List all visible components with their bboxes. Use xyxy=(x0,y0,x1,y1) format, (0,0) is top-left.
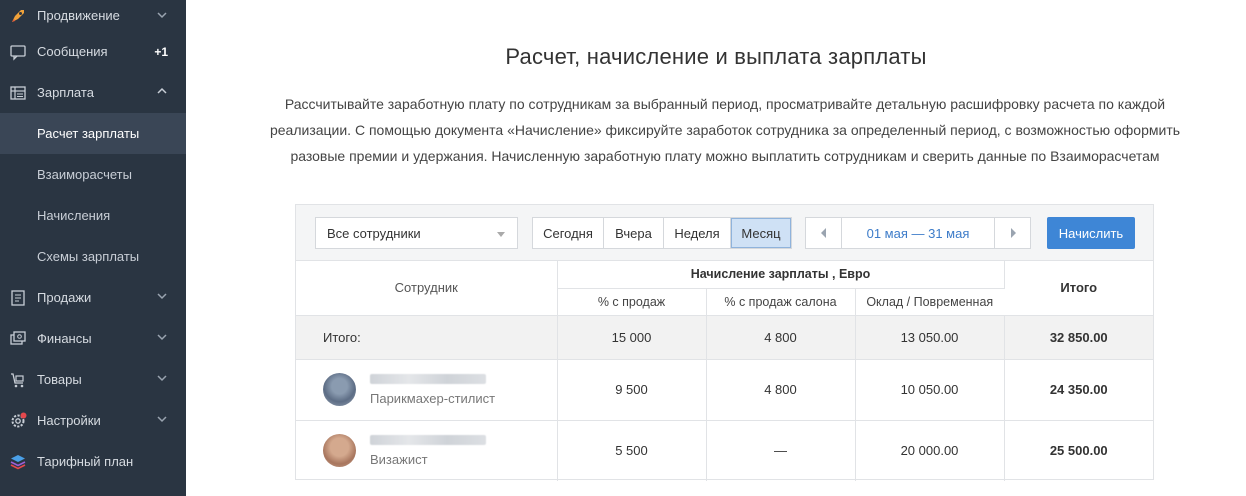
summary-label: Итого: xyxy=(296,315,558,360)
summary-total: 32 850.00 xyxy=(1004,315,1153,360)
period-selector: Сегодня Вчера Неделя Месяц xyxy=(532,217,792,249)
main-content: Расчет, начисление и выплата зарплаты Ра… xyxy=(186,0,1246,496)
period-today[interactable]: Сегодня xyxy=(533,218,604,248)
sidebar-subitem-settlements[interactable]: Взаиморасчеты xyxy=(0,154,186,195)
employee-info: Визажист xyxy=(323,434,557,468)
period-week[interactable]: Неделя xyxy=(664,218,731,248)
employee-cell: Парикмахер-стилист xyxy=(296,359,558,421)
period-month[interactable]: Месяц xyxy=(731,218,791,248)
page-description: Рассчитывайте заработную плату по сотруд… xyxy=(269,96,1181,164)
gear-icon xyxy=(9,412,27,430)
employee-text: Парикмахер-стилист xyxy=(370,373,496,406)
column-header-sales-percent: % с продаж xyxy=(557,288,707,316)
column-header-salon-percent: % с продаж салона xyxy=(706,288,856,316)
chevron-down-icon xyxy=(157,416,167,423)
summary-salary: 13 050.00 xyxy=(855,315,1005,360)
employee-info: Парикмахер-стилист xyxy=(323,373,557,406)
sales-icon xyxy=(9,289,27,307)
caret-down-icon xyxy=(497,232,505,237)
date-range-value[interactable]: 01 мая — 31 мая xyxy=(842,218,994,248)
arrow-right-icon xyxy=(1010,228,1016,238)
sidebar-item-label: Тарифный план xyxy=(37,454,134,469)
summary-salon: 4 800 xyxy=(706,315,856,360)
employee-name-blurred xyxy=(370,434,486,445)
avatar xyxy=(323,434,356,468)
table-row[interactable]: Визажист 5 500 — 20 000.00 25 500.00 xyxy=(296,420,1153,481)
sidebar-subitem-salary-schemes[interactable]: Схемы зарплаты xyxy=(0,236,186,277)
cart-icon xyxy=(9,371,27,389)
salary-table: Сотрудник Начисление зарплаты , Евро Ито… xyxy=(296,261,1153,481)
sidebar-item-label: Продвижение xyxy=(37,8,120,23)
sidebar-item-label: Финансы xyxy=(37,331,92,346)
employee-text: Визажист xyxy=(370,434,486,467)
summary-sales: 15 000 xyxy=(557,315,707,360)
date-range-picker: 01 мая — 31 мая xyxy=(805,217,1031,249)
sidebar-item-tariff[interactable]: Тарифный план xyxy=(0,441,186,482)
cell-salon: — xyxy=(706,420,856,481)
sidebar-item-label: Сообщения xyxy=(37,44,108,59)
employee-name-blurred xyxy=(370,373,486,384)
cell-sales: 5 500 xyxy=(557,420,707,481)
sidebar-item-finance[interactable]: Финансы xyxy=(0,318,186,359)
cell-total: 24 350.00 xyxy=(1004,359,1153,421)
column-header-accrual-group: Начисление зарплаты , Евро xyxy=(557,261,1005,289)
messages-icon xyxy=(9,43,27,61)
employee-select-value: Все сотрудники xyxy=(327,225,421,241)
sidebar-subitem-accruals[interactable]: Начисления xyxy=(0,195,186,236)
page-title: Расчет, начисление и выплата зарплаты xyxy=(505,44,927,69)
employee-role: Визажист xyxy=(370,451,428,467)
sidebar-item-goods[interactable]: Товары xyxy=(0,359,186,400)
cell-salary: 20 000.00 xyxy=(855,420,1005,481)
avatar xyxy=(323,373,356,406)
sidebar-item-settings[interactable]: Настройки xyxy=(0,400,186,441)
cell-total: 25 500.00 xyxy=(1049,443,1108,459)
messages-badge: +1 xyxy=(154,44,168,59)
sidebar-item-label: Товары xyxy=(37,372,82,387)
employee-select[interactable]: Все сотрудники xyxy=(315,217,518,249)
sidebar-item-promotion[interactable]: Продвижение xyxy=(0,0,186,31)
sidebar-item-label: Настройки xyxy=(37,413,101,428)
salary-panel: Все сотрудники Сегодня Вчера Неделя Меся… xyxy=(295,204,1154,481)
rocket-icon xyxy=(9,7,27,25)
table-row[interactable]: Парикмахер-стилист 9 500 4 800 10 050.00… xyxy=(296,359,1153,421)
employee-cell: Визажист xyxy=(296,420,558,481)
sidebar-item-label: Зарплата xyxy=(37,85,94,100)
finance-icon xyxy=(9,330,27,348)
employee-role: Парикмахер-стилист xyxy=(370,390,496,406)
chevron-down-icon xyxy=(157,375,167,382)
period-yesterday[interactable]: Вчера xyxy=(604,218,664,248)
cell-salon: 4 800 xyxy=(706,359,856,421)
cell-salary: 10 050.00 xyxy=(855,359,1005,421)
accrue-button[interactable]: Начислить xyxy=(1047,217,1135,249)
sidebar-item-salary[interactable]: Зарплата xyxy=(0,72,186,113)
layers-icon xyxy=(9,453,27,471)
column-header-employee: Сотрудник xyxy=(296,261,558,316)
prev-period-button[interactable] xyxy=(806,218,842,248)
sidebar-item-messages[interactable]: Сообщения +1 xyxy=(0,31,186,72)
sidebar: Продвижение Сообщения +1 Зарплата Расчет… xyxy=(0,0,186,496)
toolbar: Все сотрудники Сегодня Вчера Неделя Меся… xyxy=(296,205,1153,261)
chevron-up-icon xyxy=(157,87,167,94)
column-header-total: Итого xyxy=(1004,261,1153,316)
next-period-button[interactable] xyxy=(994,218,1030,248)
chevron-down-icon xyxy=(157,334,167,341)
salary-icon xyxy=(9,84,27,102)
chevron-down-icon xyxy=(157,12,167,19)
sidebar-item-sales[interactable]: Продажи xyxy=(0,277,186,318)
summary-row: Итого: 15 000 4 800 13 050.00 32 850.00 xyxy=(296,315,1153,360)
sidebar-subitem-salary-calc[interactable]: Расчет зарплаты xyxy=(0,113,186,154)
cell-sales: 9 500 xyxy=(557,359,707,421)
sidebar-item-label: Продажи xyxy=(37,290,92,305)
chevron-down-icon xyxy=(157,293,167,300)
arrow-left-icon xyxy=(820,228,826,238)
column-header-salary: Оклад / Повременная xyxy=(855,288,1004,316)
